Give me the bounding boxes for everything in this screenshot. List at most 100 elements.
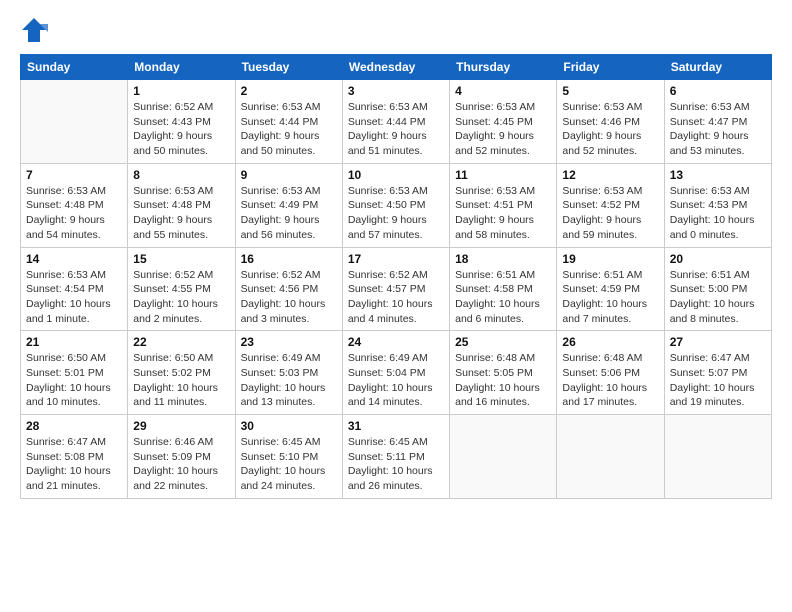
calendar-cell	[664, 415, 771, 499]
day-number: 6	[670, 84, 766, 98]
day-info: Sunrise: 6:51 AM Sunset: 4:58 PM Dayligh…	[455, 268, 551, 327]
day-info: Sunrise: 6:52 AM Sunset: 4:57 PM Dayligh…	[348, 268, 444, 327]
calendar-cell: 10 Sunrise: 6:53 AM Sunset: 4:50 PM Dayli…	[342, 163, 449, 247]
week-row-2: 7 Sunrise: 6:53 AM Sunset: 4:48 PM Daylig…	[21, 163, 772, 247]
calendar-cell: 27 Sunrise: 6:47 AM Sunset: 5:07 PM Dayli…	[664, 331, 771, 415]
weekday-header-monday: Monday	[128, 55, 235, 80]
day-number: 26	[562, 335, 658, 349]
day-info: Sunrise: 6:52 AM Sunset: 4:43 PM Dayligh…	[133, 100, 229, 159]
calendar-cell: 20 Sunrise: 6:51 AM Sunset: 5:00 PM Dayli…	[664, 247, 771, 331]
calendar-cell: 25 Sunrise: 6:48 AM Sunset: 5:05 PM Dayli…	[450, 331, 557, 415]
day-number: 17	[348, 252, 444, 266]
weekday-header-sunday: Sunday	[21, 55, 128, 80]
page: SundayMondayTuesdayWednesdayThursdayFrid…	[0, 0, 792, 612]
day-number: 22	[133, 335, 229, 349]
calendar-cell: 6 Sunrise: 6:53 AM Sunset: 4:47 PM Daylig…	[664, 80, 771, 164]
day-info: Sunrise: 6:53 AM Sunset: 4:44 PM Dayligh…	[241, 100, 337, 159]
calendar-cell: 24Sunrise: 6:49 AM Sunset: 5:04 PM Dayli…	[342, 331, 449, 415]
calendar-cell: 16 Sunrise: 6:52 AM Sunset: 4:56 PM Dayli…	[235, 247, 342, 331]
day-info: Sunrise: 6:50 AM Sunset: 5:01 PM Dayligh…	[26, 351, 122, 410]
day-number: 13	[670, 168, 766, 182]
day-info: Sunrise: 6:53 AM Sunset: 4:52 PM Dayligh…	[562, 184, 658, 243]
week-row-4: 21Sunrise: 6:50 AM Sunset: 5:01 PM Dayli…	[21, 331, 772, 415]
day-number: 18	[455, 252, 551, 266]
day-number: 16	[241, 252, 337, 266]
day-number: 10	[348, 168, 444, 182]
day-number: 12	[562, 168, 658, 182]
header	[20, 16, 772, 44]
calendar-cell: 22 Sunrise: 6:50 AM Sunset: 5:02 PM Dayli…	[128, 331, 235, 415]
day-info: Sunrise: 6:46 AM Sunset: 5:09 PM Dayligh…	[133, 435, 229, 494]
day-info: Sunrise: 6:48 AM Sunset: 5:05 PM Dayligh…	[455, 351, 551, 410]
day-info: Sunrise: 6:48 AM Sunset: 5:06 PM Dayligh…	[562, 351, 658, 410]
weekday-header-saturday: Saturday	[664, 55, 771, 80]
calendar-cell: 2 Sunrise: 6:53 AM Sunset: 4:44 PM Daylig…	[235, 80, 342, 164]
day-info: Sunrise: 6:53 AM Sunset: 4:49 PM Dayligh…	[241, 184, 337, 243]
day-number: 27	[670, 335, 766, 349]
day-number: 3	[348, 84, 444, 98]
day-number: 8	[133, 168, 229, 182]
day-info: Sunrise: 6:53 AM Sunset: 4:46 PM Dayligh…	[562, 100, 658, 159]
day-info: Sunrise: 6:52 AM Sunset: 4:55 PM Dayligh…	[133, 268, 229, 327]
day-info: Sunrise: 6:49 AM Sunset: 5:03 PM Dayligh…	[241, 351, 337, 410]
weekday-header-friday: Friday	[557, 55, 664, 80]
calendar-cell: 29 Sunrise: 6:46 AM Sunset: 5:09 PM Dayli…	[128, 415, 235, 499]
calendar-cell: 7 Sunrise: 6:53 AM Sunset: 4:48 PM Daylig…	[21, 163, 128, 247]
logo-icon	[20, 16, 48, 44]
calendar-cell: 28 Sunrise: 6:47 AM Sunset: 5:08 PM Dayli…	[21, 415, 128, 499]
calendar-cell: 31Sunrise: 6:45 AM Sunset: 5:11 PM Dayli…	[342, 415, 449, 499]
calendar-cell: 15 Sunrise: 6:52 AM Sunset: 4:55 PM Dayli…	[128, 247, 235, 331]
day-info: Sunrise: 6:53 AM Sunset: 4:44 PM Dayligh…	[348, 100, 444, 159]
day-info: Sunrise: 6:47 AM Sunset: 5:07 PM Dayligh…	[670, 351, 766, 410]
day-info: Sunrise: 6:53 AM Sunset: 4:48 PM Dayligh…	[26, 184, 122, 243]
weekday-header-row: SundayMondayTuesdayWednesdayThursdayFrid…	[21, 55, 772, 80]
day-number: 4	[455, 84, 551, 98]
calendar-cell: 18 Sunrise: 6:51 AM Sunset: 4:58 PM Dayli…	[450, 247, 557, 331]
calendar-table: SundayMondayTuesdayWednesdayThursdayFrid…	[20, 54, 772, 499]
day-number: 5	[562, 84, 658, 98]
week-row-1: 1 Sunrise: 6:52 AM Sunset: 4:43 PM Daylig…	[21, 80, 772, 164]
day-info: Sunrise: 6:53 AM Sunset: 4:51 PM Dayligh…	[455, 184, 551, 243]
day-number: 30	[241, 419, 337, 433]
day-info: Sunrise: 6:47 AM Sunset: 5:08 PM Dayligh…	[26, 435, 122, 494]
day-number: 14	[26, 252, 122, 266]
day-number: 29	[133, 419, 229, 433]
calendar-cell: 19Sunrise: 6:51 AM Sunset: 4:59 PM Dayli…	[557, 247, 664, 331]
day-info: Sunrise: 6:51 AM Sunset: 5:00 PM Dayligh…	[670, 268, 766, 327]
calendar-cell: 17 Sunrise: 6:52 AM Sunset: 4:57 PM Dayli…	[342, 247, 449, 331]
day-number: 1	[133, 84, 229, 98]
day-number: 15	[133, 252, 229, 266]
day-number: 7	[26, 168, 122, 182]
week-row-5: 28 Sunrise: 6:47 AM Sunset: 5:08 PM Dayli…	[21, 415, 772, 499]
calendar-cell: 12 Sunrise: 6:53 AM Sunset: 4:52 PM Dayli…	[557, 163, 664, 247]
day-number: 23	[241, 335, 337, 349]
day-info: Sunrise: 6:53 AM Sunset: 4:50 PM Dayligh…	[348, 184, 444, 243]
day-number: 24	[348, 335, 444, 349]
calendar-cell: 23 Sunrise: 6:49 AM Sunset: 5:03 PM Dayli…	[235, 331, 342, 415]
day-number: 25	[455, 335, 551, 349]
day-number: 9	[241, 168, 337, 182]
calendar-cell: 8 Sunrise: 6:53 AM Sunset: 4:48 PM Daylig…	[128, 163, 235, 247]
calendar-cell: 11 Sunrise: 6:53 AM Sunset: 4:51 PM Dayli…	[450, 163, 557, 247]
calendar-cell: 21Sunrise: 6:50 AM Sunset: 5:01 PM Dayli…	[21, 331, 128, 415]
day-number: 20	[670, 252, 766, 266]
calendar-cell: 9 Sunrise: 6:53 AM Sunset: 4:49 PM Daylig…	[235, 163, 342, 247]
calendar-cell: 13Sunrise: 6:53 AM Sunset: 4:53 PM Dayli…	[664, 163, 771, 247]
day-info: Sunrise: 6:53 AM Sunset: 4:47 PM Dayligh…	[670, 100, 766, 159]
day-number: 11	[455, 168, 551, 182]
calendar-cell	[450, 415, 557, 499]
calendar-cell	[557, 415, 664, 499]
calendar-cell: 3 Sunrise: 6:53 AM Sunset: 4:44 PM Daylig…	[342, 80, 449, 164]
logo	[20, 16, 52, 44]
day-info: Sunrise: 6:52 AM Sunset: 4:56 PM Dayligh…	[241, 268, 337, 327]
calendar-cell: 26 Sunrise: 6:48 AM Sunset: 5:06 PM Dayli…	[557, 331, 664, 415]
day-number: 2	[241, 84, 337, 98]
day-info: Sunrise: 6:53 AM Sunset: 4:48 PM Dayligh…	[133, 184, 229, 243]
day-info: Sunrise: 6:45 AM Sunset: 5:11 PM Dayligh…	[348, 435, 444, 494]
day-number: 28	[26, 419, 122, 433]
day-info: Sunrise: 6:50 AM Sunset: 5:02 PM Dayligh…	[133, 351, 229, 410]
weekday-header-wednesday: Wednesday	[342, 55, 449, 80]
day-number: 19	[562, 252, 658, 266]
day-info: Sunrise: 6:53 AM Sunset: 4:45 PM Dayligh…	[455, 100, 551, 159]
day-info: Sunrise: 6:45 AM Sunset: 5:10 PM Dayligh…	[241, 435, 337, 494]
